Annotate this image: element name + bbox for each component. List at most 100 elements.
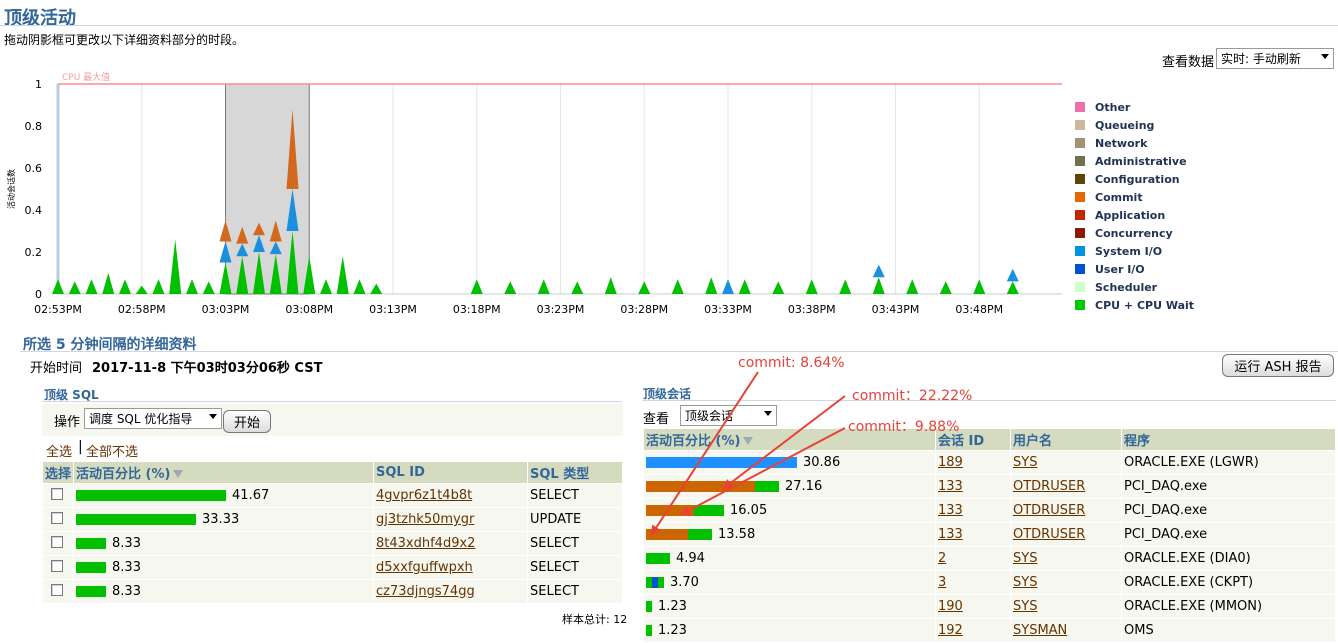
chevron-down-icon xyxy=(1321,54,1329,59)
activity-bar xyxy=(76,536,107,551)
column-header-activity-label: 活动百分比 (%) xyxy=(76,467,171,482)
legend-label: User I/O xyxy=(1095,263,1145,276)
column-header-username[interactable]: 用户名 xyxy=(1010,428,1122,451)
activity-percent: 16.05 xyxy=(730,503,768,518)
activity-bar-segment xyxy=(646,529,688,540)
sql-id-link[interactable]: 4gvpr6z1t4b8t xyxy=(376,488,472,503)
legend-swatch xyxy=(1075,246,1085,256)
x-tick-label: 03:43PM xyxy=(872,303,920,316)
select-none-link[interactable]: 全部不选 xyxy=(86,441,138,460)
go-button[interactable]: 开始 xyxy=(223,410,271,433)
username-cell: SYS xyxy=(1010,450,1122,475)
chart-area-cpu-cpu-wait xyxy=(119,279,131,294)
column-header-program[interactable]: 程序 xyxy=(1121,428,1336,451)
select-cell xyxy=(41,555,75,580)
sql-id-link[interactable]: 8t43xdhf4d9x2 xyxy=(376,536,475,551)
activity-percent: 33.33 xyxy=(202,512,240,527)
sql-id-link[interactable]: gj3tzhk50mygr xyxy=(376,512,474,527)
activity-bar-segment xyxy=(694,505,724,516)
start-time-label: 开始时间 xyxy=(30,361,83,376)
row-checkbox[interactable] xyxy=(51,487,63,500)
sql-type-cell: SELECT xyxy=(527,483,623,508)
column-header-sql-type[interactable]: SQL 类型 xyxy=(527,461,623,484)
chart-area-cpu-cpu-wait xyxy=(135,285,148,294)
top-activity-chart[interactable]: 1 0.8 0.6 0.4 0.2 0 02:53PM 02:58PM 03:03PM 03:08… xyxy=(0,66,1070,324)
session-id-cell: 192 xyxy=(935,618,1011,643)
legend-swatch xyxy=(1075,210,1085,220)
x-tick-label: 03:48PM xyxy=(955,303,1003,316)
activity-cell: 16.05 xyxy=(643,498,936,523)
username-link[interactable]: OTDRUSER xyxy=(1013,527,1085,542)
chevron-down-icon xyxy=(764,411,772,416)
y-tick-label: 1 xyxy=(35,78,42,91)
session-id-link[interactable]: 133 xyxy=(938,479,963,494)
table-row: 13.58 133 OTDRUSER PCI_DAQ.exe xyxy=(643,522,1336,547)
username-link[interactable]: OTDRUSER xyxy=(1013,503,1085,518)
username-cell: OTDRUSER xyxy=(1010,522,1122,547)
session-id-link[interactable]: 133 xyxy=(938,527,963,542)
row-checkbox[interactable] xyxy=(51,559,63,572)
select-all-link[interactable]: 全选 xyxy=(46,441,72,460)
chart-area-cpu-cpu-wait xyxy=(504,281,517,294)
legend-item-commit: Commit xyxy=(1075,192,1143,206)
column-header-activity[interactable]: 活动百分比 (%) xyxy=(73,461,375,484)
sql-id-link[interactable]: d5xxfguffwpxh xyxy=(376,560,473,575)
session-id-link[interactable]: 3 xyxy=(938,575,946,590)
activity-bar xyxy=(76,488,227,503)
session-id-link[interactable]: 192 xyxy=(938,623,963,638)
run-ash-report-button[interactable]: 运行 ASH 报告 xyxy=(1222,354,1334,377)
session-id-link[interactable]: 190 xyxy=(938,599,963,614)
chart-area-cpu-cpu-wait xyxy=(186,279,198,294)
activity-bar-segment xyxy=(646,481,755,492)
activity-bar xyxy=(646,527,712,542)
sort-descending-icon xyxy=(743,437,754,445)
activity-percent: 8.33 xyxy=(112,560,141,575)
chart-area-cpu-cpu-wait xyxy=(102,273,115,294)
sql-type-cell: SELECT xyxy=(527,579,623,604)
sql-type-cell: SELECT xyxy=(527,531,623,556)
legend-label: Scheduler xyxy=(1095,281,1158,294)
top-sessions-table: 活动百分比 (%) 会话 ID 用户名 程序 30.86 189 SYS ORACLE… xyxy=(643,428,1336,643)
action-select[interactable]: 调度 SQL 优化指导 xyxy=(84,408,222,429)
username-link[interactable]: OTDRUSER xyxy=(1013,479,1085,494)
view-data-select[interactable]: 实时: 手动刷新 xyxy=(1216,48,1334,69)
activity-bar xyxy=(76,512,197,527)
chart-area-cpu-cpu-wait xyxy=(638,281,651,294)
session-id-link[interactable]: 133 xyxy=(938,503,963,518)
activity-bar xyxy=(646,623,652,638)
session-id-link[interactable]: 189 xyxy=(938,455,963,470)
x-tick-label: 02:53PM xyxy=(34,303,82,316)
session-id-cell: 190 xyxy=(935,594,1011,619)
y-tick-label: 0.2 xyxy=(25,246,43,259)
chart-area-cpu-cpu-wait xyxy=(537,279,550,294)
username-link[interactable]: SYS xyxy=(1013,575,1037,590)
y-tick-label: 0.8 xyxy=(25,120,43,133)
legend-swatch xyxy=(1075,282,1085,292)
activity-cell: 30.86 xyxy=(643,450,936,475)
activity-percent: 27.16 xyxy=(785,479,823,494)
activity-bar-segment xyxy=(646,625,652,636)
session-view-select[interactable]: 顶级会话 xyxy=(680,405,777,426)
action-label: 操作 xyxy=(54,415,81,430)
column-header-sql-id[interactable]: SQL ID xyxy=(373,461,529,484)
legend-label: Configuration xyxy=(1095,173,1180,186)
row-checkbox[interactable] xyxy=(51,583,63,596)
activity-cell: 8.33 xyxy=(73,579,375,604)
legend-item-user-i-o: User I/O xyxy=(1075,264,1145,278)
username-link[interactable]: SYS xyxy=(1013,551,1037,566)
legend-label: Commit xyxy=(1095,191,1143,204)
username-link[interactable]: SYS xyxy=(1013,599,1037,614)
sort-descending-icon xyxy=(173,470,184,478)
username-link[interactable]: SYS xyxy=(1013,455,1037,470)
top-sessions-divider xyxy=(642,400,1336,401)
row-checkbox[interactable] xyxy=(51,511,63,524)
activity-bar xyxy=(76,560,107,575)
row-checkbox[interactable] xyxy=(51,535,63,548)
legend-label: Network xyxy=(1095,137,1148,150)
sample-total: 样本总计: 12 xyxy=(562,613,628,626)
username-cell: SYSMAN xyxy=(1010,618,1122,643)
x-tick-label: 03:38PM xyxy=(788,303,836,316)
sql-id-link[interactable]: cz73djngs74gg xyxy=(376,584,475,599)
session-id-link[interactable]: 2 xyxy=(938,551,946,566)
username-link[interactable]: SYSMAN xyxy=(1013,623,1067,638)
